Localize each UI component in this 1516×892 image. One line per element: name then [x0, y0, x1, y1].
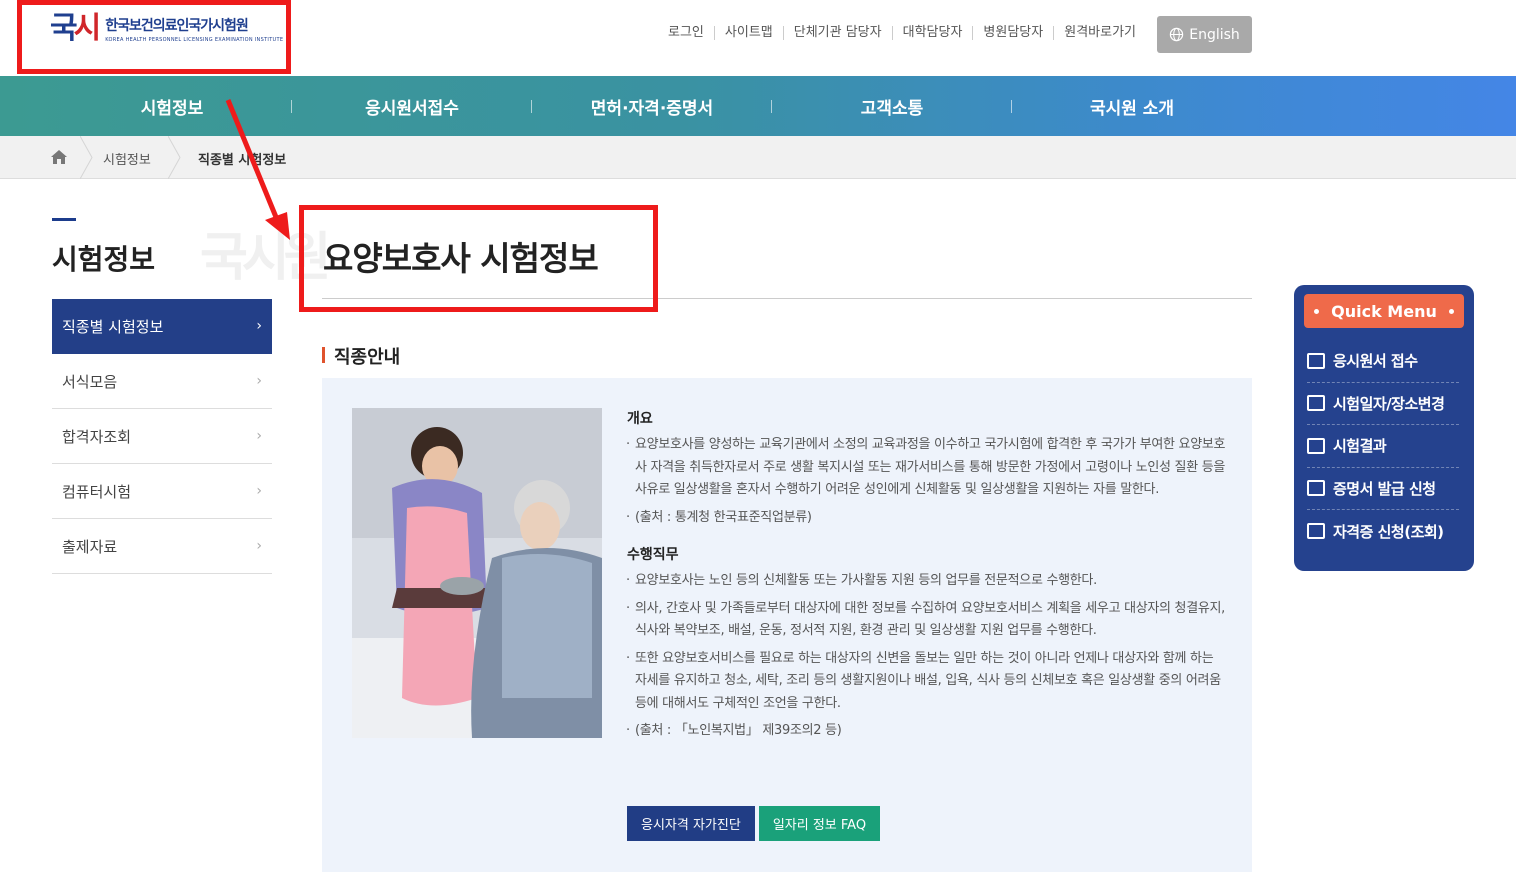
gnb-application[interactable]: 응시원서접수	[292, 76, 532, 136]
quick-item-license-request[interactable]: 자격증 신청(조회)	[1307, 510, 1459, 553]
caregiver-photo	[352, 408, 602, 738]
chevron-right-icon	[80, 136, 93, 179]
job-description: 개요 요양보호사를 양성하는 교육기관에서 소정의 교육과정을 이수하고 국가시…	[626, 408, 1227, 748]
sitemap-link[interactable]: 사이트맵	[713, 26, 783, 40]
monitor-icon	[1307, 352, 1325, 369]
document-icon	[1307, 437, 1325, 454]
organization-manager-link[interactable]: 단체기관 담당자	[782, 26, 892, 40]
quick-item-label: 자격증 신청(조회)	[1333, 522, 1444, 541]
quick-item-schedule-change[interactable]: 시험일자/장소변경	[1307, 383, 1459, 425]
breadcrumb-exam-info[interactable]: 시험정보	[103, 149, 151, 168]
duty-source: (출처 : 「노인복지법」 제39조의2 등)	[626, 720, 1227, 743]
quick-item-label: 증명서 발급 신청	[1333, 479, 1436, 498]
gnb-exam-info[interactable]: 시험정보	[52, 76, 292, 136]
lnb-item-label: 서식모음	[62, 372, 118, 391]
section-title: 직종안내	[322, 343, 400, 369]
chevron-right-icon	[168, 136, 181, 179]
chevron-right-icon: ›	[256, 538, 262, 554]
quick-item-label: 시험결과	[1333, 437, 1387, 456]
globe-icon	[1170, 27, 1184, 42]
quick-item-label: 시험일자/장소변경	[1333, 394, 1445, 413]
lnb-item-job-exam-info[interactable]: 직종별 시험정보 ›	[52, 299, 272, 354]
overview-heading: 개요	[627, 411, 653, 427]
lnb-title: 시험정보	[52, 243, 156, 276]
breadcrumb: 시험정보 직종별 시험정보	[0, 136, 1516, 179]
quick-menu-title: Quick Menu	[1331, 301, 1437, 321]
duty-paragraph: 요양보호사는 노인 등의 신체활동 또는 가사활동 지원 등의 업무를 전문적으…	[626, 570, 1227, 593]
dot-icon	[1314, 309, 1319, 314]
quick-item-results[interactable]: 시험결과	[1307, 425, 1459, 468]
self-diagnosis-button[interactable]: 응시자격 자가진단	[627, 806, 755, 841]
job-info-box: 개요 요양보호사를 양성하는 교육기관에서 소정의 교육과정을 이수하고 국가시…	[322, 378, 1252, 872]
search-icon	[1307, 523, 1325, 540]
lnb-item-computer-test[interactable]: 컴퓨터시험 ›	[52, 464, 272, 519]
side-navigation: 직종별 시험정보 › 서식모음 › 합격자조회 › 컴퓨터시험 › 출제자료 ›	[52, 299, 272, 574]
home-icon[interactable]	[50, 149, 68, 165]
duty-paragraph: 의사, 간호사 및 가족들로부터 대상자에 대한 정보를 수집하여 요양보호서비…	[626, 598, 1227, 643]
lnb-item-label: 컴퓨터시험	[62, 482, 132, 501]
action-buttons: 응시자격 자가진단 일자리 정보 FAQ	[627, 806, 881, 841]
english-button-label: English	[1189, 26, 1240, 43]
hospital-manager-link[interactable]: 병원담당자	[972, 26, 1053, 40]
job-faq-button[interactable]: 일자리 정보 FAQ	[758, 806, 881, 841]
lnb-item-label: 출제자료	[62, 537, 118, 556]
utility-links: 로그인 사이트맵 단체기관 담당자 대학담당자 병원담당자 원격바로가기	[658, 26, 1146, 40]
chevron-right-icon: ›	[256, 483, 262, 499]
quick-item-application[interactable]: 응시원서 접수	[1307, 340, 1459, 383]
main-navigation: 시험정보 응시원서접수 면허·자격·증명서 고객소통 국시원 소개	[0, 76, 1516, 136]
quick-menu-header: Quick Menu	[1304, 294, 1464, 328]
quick-item-certificate[interactable]: 증명서 발급 신청	[1307, 468, 1459, 510]
overview-source: (출처 : 통계청 한국표준직업분류)	[626, 507, 1227, 530]
certificate-icon	[1307, 480, 1325, 497]
chevron-right-icon: ›	[256, 318, 262, 334]
overview-paragraph: 요양보호사를 양성하는 교육기관에서 소정의 교육과정을 이수하고 국가시험에 …	[626, 434, 1227, 502]
remote-support-link[interactable]: 원격바로가기	[1053, 26, 1146, 40]
dot-icon	[1449, 309, 1454, 314]
duty-heading: 수행직무	[627, 547, 679, 563]
breadcrumb-current[interactable]: 직종별 시험정보	[198, 149, 286, 168]
lnb-item-forms[interactable]: 서식모음 ›	[52, 354, 272, 409]
gnb-license[interactable]: 면허·자격·증명서	[532, 76, 772, 136]
login-link[interactable]: 로그인	[658, 26, 714, 40]
chevron-right-icon: ›	[256, 428, 262, 444]
lnb-item-pass-lookup[interactable]: 합격자조회 ›	[52, 409, 272, 464]
gnb-customer[interactable]: 고객소통	[772, 76, 1012, 136]
chevron-right-icon: ›	[256, 373, 262, 389]
quick-item-label: 응시원서 접수	[1333, 352, 1418, 371]
annotation-box-logo	[17, 0, 291, 74]
quick-menu: Quick Menu 응시원서 접수 시험일자/장소변경 시험결과 증명서 발급…	[1294, 285, 1474, 571]
english-button[interactable]: English	[1157, 16, 1252, 53]
annotation-box-title	[299, 205, 658, 312]
duty-paragraph: 또한 요양보호서비스를 필요로 하는 대상자의 신변을 돌보는 일만 하는 것이…	[626, 648, 1227, 716]
university-manager-link[interactable]: 대학담당자	[891, 26, 973, 40]
gnb-about[interactable]: 국시원 소개	[1012, 76, 1252, 136]
lnb-item-label: 합격자조회	[62, 427, 132, 446]
location-pin-icon	[1307, 395, 1325, 412]
lnb-title-accent	[52, 218, 76, 221]
lnb-item-label: 직종별 시험정보	[62, 317, 164, 336]
lnb-item-question-materials[interactable]: 출제자료 ›	[52, 519, 272, 574]
